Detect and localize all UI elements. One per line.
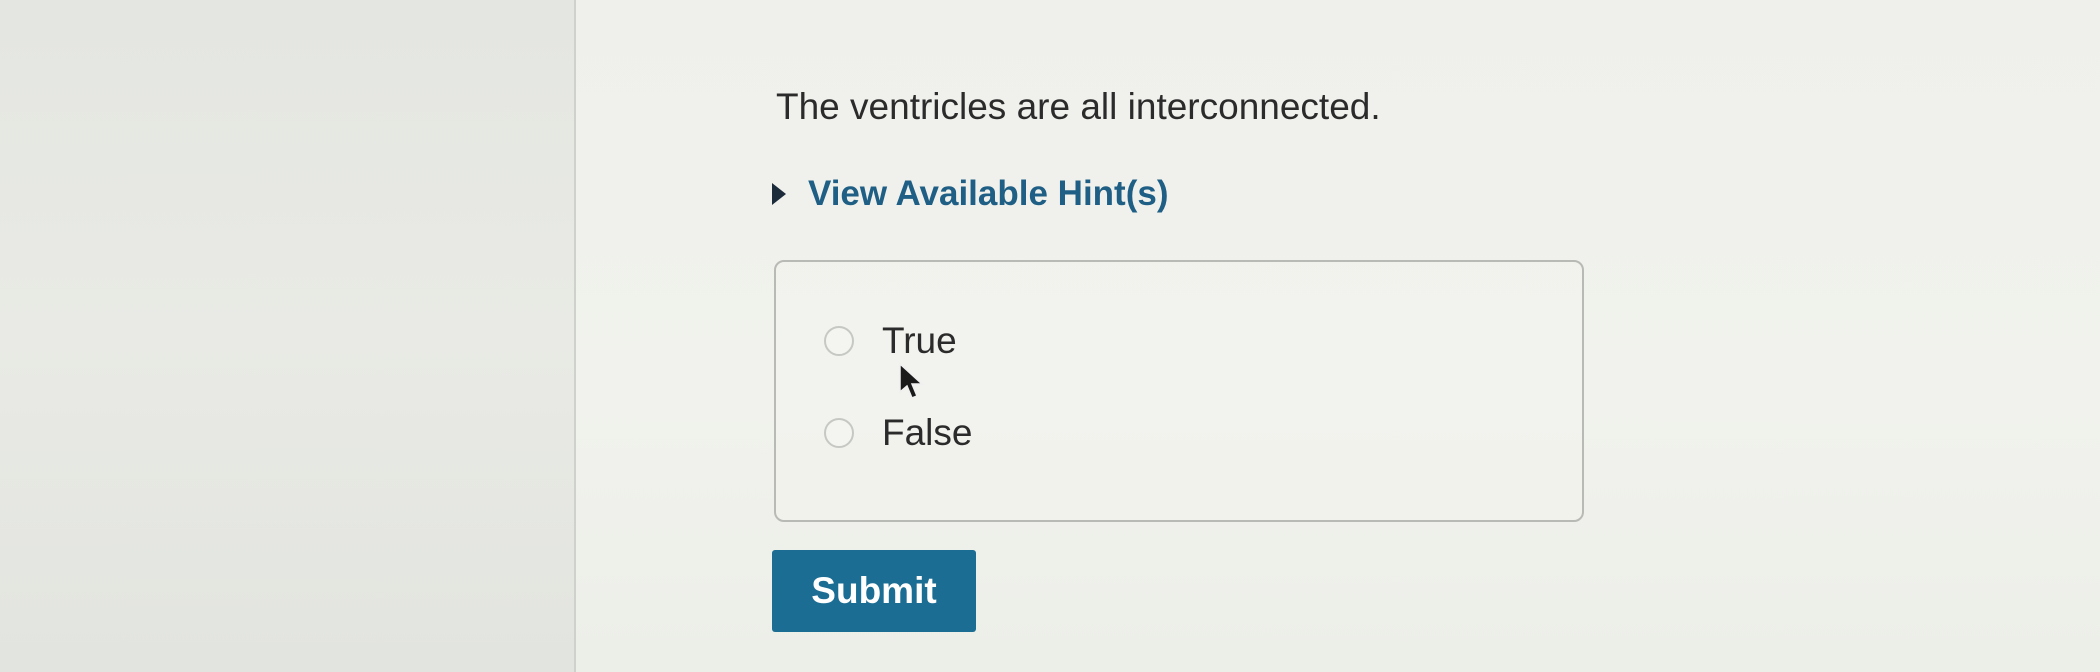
view-hints-label: View Available Hint(s) xyxy=(808,174,1169,213)
left-margin-panel xyxy=(0,0,574,672)
caret-right-icon xyxy=(772,183,786,205)
option-true[interactable]: True xyxy=(824,320,957,362)
option-false[interactable]: False xyxy=(824,412,972,454)
mouse-cursor-icon xyxy=(899,362,924,399)
radio-true[interactable] xyxy=(824,326,854,356)
question-text: The ventricles are all interconnected. xyxy=(776,86,1381,127)
option-true-label: True xyxy=(882,320,957,361)
radio-false[interactable] xyxy=(824,418,854,448)
answer-options-box: True False xyxy=(774,260,1584,522)
option-false-label: False xyxy=(882,412,973,453)
view-hints-toggle[interactable]: View Available Hint(s) xyxy=(772,174,1168,214)
submit-button[interactable]: Submit xyxy=(772,550,976,632)
